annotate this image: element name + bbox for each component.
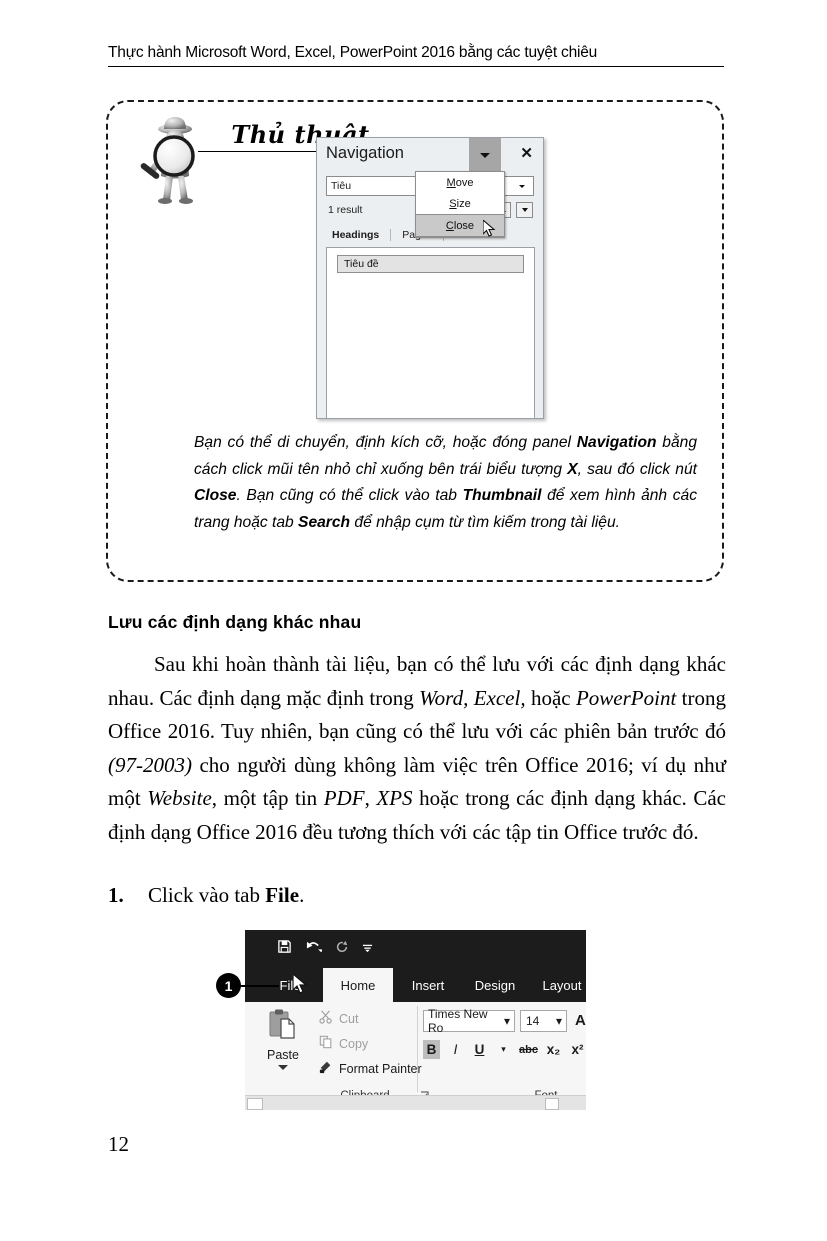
tip-paragraph: Bạn có thể di chuyển, định kích cỡ, hoặc… [194,434,697,531]
running-header: Thực hành Microsoft Word, Excel, PowerPo… [108,44,724,67]
chevron-down-icon[interactable] [518,184,525,188]
ribbon-body: Paste Cut Copy Format Painter Clipboard [245,972,586,1110]
chevron-down-icon[interactable] [278,1065,288,1070]
superscript-button[interactable]: x² [569,1040,586,1059]
word-ribbon-screenshot: File Home Insert Design Layout Paste Cut… [245,930,586,1110]
navigation-pane-titlebar: Navigation ✕ [317,138,543,174]
ribbon-tab-home[interactable]: Home [323,968,393,1002]
paintbrush-icon [319,1060,333,1077]
callout-leader-line [241,985,279,987]
font-size-combo[interactable]: 14 ▾ [520,1010,567,1032]
navigation-next-result-button[interactable] [516,202,533,218]
underline-dropdown-icon[interactable]: ▾ [495,1040,512,1059]
navigation-result-item[interactable]: Tiêu đề [337,255,524,273]
cut-label: Cut [339,1011,359,1026]
customize-qat-icon[interactable] [362,940,373,958]
section-heading: Lưu các định dạng khác nhau [108,612,362,632]
ribbon-tab-insert[interactable]: Insert [397,968,459,1002]
navigation-results-area: Tiêu đề [326,247,535,419]
ruler-marker-mid [545,1098,559,1110]
mouse-pointer-icon [292,972,308,1000]
undo-icon[interactable] [305,939,324,959]
context-menu-item-move[interactable]: Move [416,172,504,193]
underline-button[interactable]: U [471,1040,488,1059]
bold-button[interactable]: B [423,1040,440,1059]
navigation-pane-close-button[interactable]: ✕ [520,144,533,162]
save-icon[interactable] [277,939,292,959]
font-name-value: Times New Ro [428,1007,488,1035]
copy-command[interactable]: Copy [319,1035,368,1052]
paste-label: Paste [267,1048,299,1062]
font-size-value: 14 [526,1014,540,1028]
italic-button[interactable]: I [447,1040,464,1059]
page-number: 12 [108,1132,129,1156]
format-painter-command[interactable]: Format Painter [319,1060,422,1077]
grow-font-icon[interactable]: A [575,1012,586,1029]
navigation-context-menu: Move Size Close [415,171,505,238]
tab-separator [390,229,392,241]
copy-icon [319,1035,333,1052]
menu-rest-size: ize [456,197,471,210]
step-item: 1. Click vào tab File. [108,880,726,910]
cut-command[interactable]: Cut [319,1010,358,1027]
quick-access-icons [277,939,373,959]
strikethrough-button[interactable]: abc [519,1040,538,1059]
navigation-tab-headings[interactable]: Headings [328,229,383,241]
navigation-pane-title: Navigation [326,144,404,162]
chevron-down-icon [480,152,490,158]
navigation-result-count: 1 result [328,204,363,216]
callout-badge-number: 1 [216,973,241,998]
body-paragraph: Sau khi hoàn thành tài liệu, bạn có thể … [108,652,727,844]
ribbon-bottom-edge [245,1095,586,1110]
header-rule [108,66,724,67]
group-separator [417,1006,418,1092]
step-text: Click vào tab File. [148,883,305,907]
menu-rest-move: ove [455,176,474,189]
menu-accel-size: S [449,197,457,210]
menu-accel-close: C [445,219,454,232]
font-format-buttons: B I U ▾ abc x₂ x² [423,1040,586,1059]
menu-accel-move: M [446,176,456,189]
copy-label: Copy [339,1036,369,1051]
step-number: 1. [108,883,124,907]
navigation-pane-options-button[interactable] [469,138,501,172]
subscript-button[interactable]: x₂ [545,1040,562,1059]
clipboard-paste-icon [266,1009,300,1046]
context-menu-item-size[interactable]: Size [416,193,504,214]
redo-icon[interactable] [335,940,349,959]
menu-rest-close: lose [453,219,475,232]
mouse-pointer-icon [483,220,496,238]
chevron-down-icon[interactable]: ▾ [504,1014,514,1028]
triangle-down-icon [521,208,528,212]
tip-callout-box: Thủ thuật Navigation ✕ Tiêu ✕ 1 result [106,100,724,582]
font-name-combo[interactable]: Times New Ro ▾ [423,1007,515,1035]
format-painter-label: Format Painter [339,1061,422,1076]
navigation-pane-screenshot: Navigation ✕ Tiêu ✕ 1 result [316,137,544,419]
scissors-icon [319,1010,333,1027]
chevron-down-icon[interactable]: ▾ [556,1014,566,1028]
quick-access-toolbar [245,930,586,968]
paste-button[interactable]: Paste [257,1008,309,1070]
ruler-marker-left [247,1098,263,1110]
ribbon-tab-design[interactable]: Design [461,968,529,1002]
ribbon-tab-layout[interactable]: Layout [531,968,586,1002]
running-header-text: Thực hành Microsoft Word, Excel, PowerPo… [108,44,598,61]
